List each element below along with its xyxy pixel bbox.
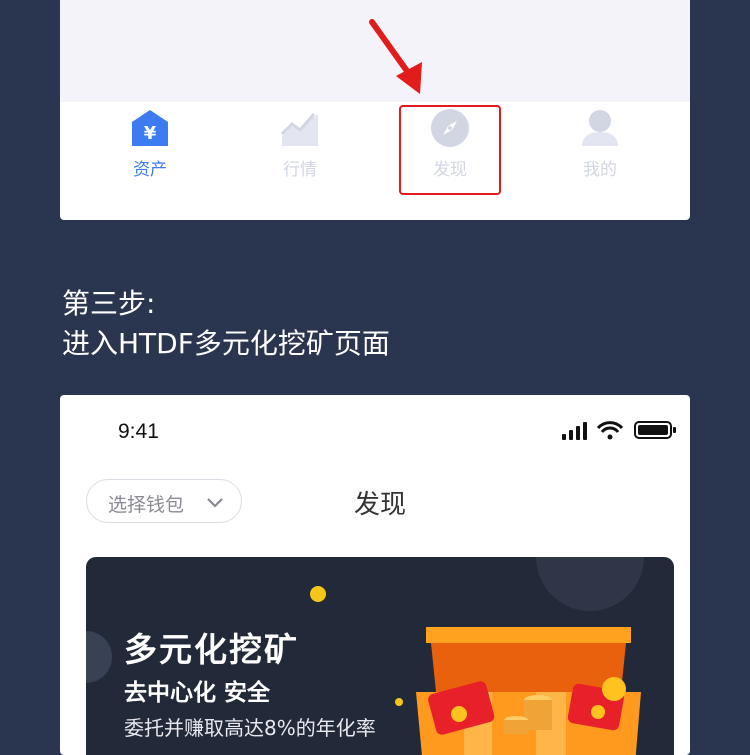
battery-icon	[634, 421, 676, 439]
wifi-icon	[596, 421, 624, 440]
wallet-yen-icon: ¥	[132, 110, 168, 146]
discover-tab-highlight-box	[399, 105, 501, 195]
svg-text:¥: ¥	[144, 123, 157, 144]
status-bar-icons	[562, 421, 676, 440]
step-instruction: 第三步: 进入HTDF多元化挖矿页面	[62, 284, 390, 364]
banner-title: 多元化挖矿	[124, 630, 299, 669]
bottom-tab-bar: ¥ 资产 行情 发现 我的	[60, 102, 690, 220]
banner-description: 委托并赚取高达8%的年化率	[124, 716, 376, 740]
banner-subtitle: 去中心化 安全	[124, 680, 271, 706]
step-description: 进入HTDF多元化挖矿页面	[62, 327, 390, 360]
tab-market[interactable]: 行情	[240, 102, 360, 212]
signal-icon	[562, 422, 587, 440]
tab-profile-label: 我的	[583, 160, 617, 180]
treasure-chest-icon	[416, 627, 641, 755]
page-title: 发现	[353, 490, 406, 520]
status-time: 9:41	[118, 420, 159, 443]
tab-market-label: 行情	[283, 160, 317, 180]
discover-screenshot-card: 9:41 选择钱包 发现 多元化挖矿 去中心化 安全 委托并赚取高达8%的年化率	[60, 395, 690, 755]
red-arrow-icon	[369, 19, 422, 94]
user-icon	[582, 110, 618, 146]
mining-banner[interactable]: 多元化挖矿 去中心化 安全 委托并赚取高达8%的年化率	[86, 557, 674, 755]
market-chart-icon	[280, 113, 318, 146]
tab-assets[interactable]: ¥ 资产	[90, 102, 210, 212]
tab-assets-label: 资产	[133, 160, 167, 180]
step-label: 第三步:	[62, 287, 156, 320]
tab-profile[interactable]: 我的	[540, 102, 660, 212]
